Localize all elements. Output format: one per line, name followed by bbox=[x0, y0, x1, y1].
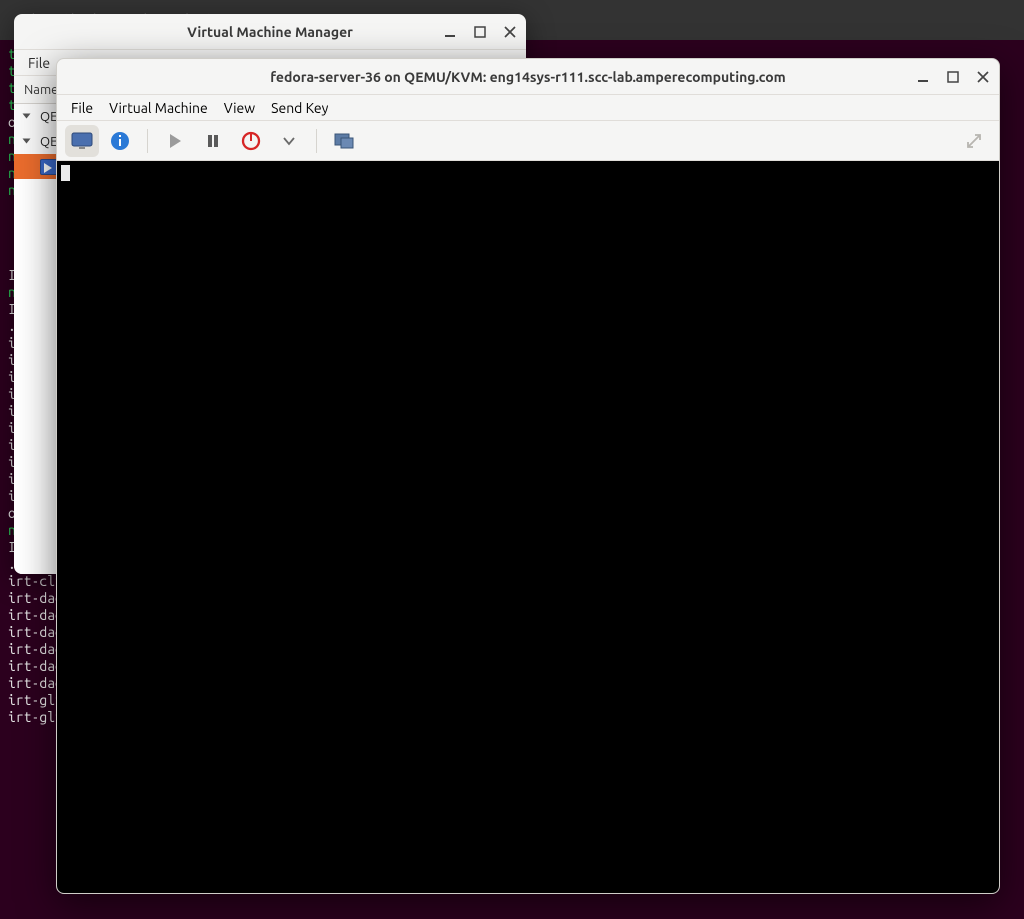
expand-button[interactable] bbox=[957, 125, 991, 157]
chevron-down-icon bbox=[282, 134, 296, 148]
maximize-button[interactable] bbox=[943, 67, 963, 87]
minimize-icon bbox=[917, 71, 929, 83]
info-icon bbox=[109, 130, 131, 152]
menu-file[interactable]: File bbox=[20, 53, 58, 73]
console-icon bbox=[70, 131, 94, 151]
menu-file[interactable]: File bbox=[63, 98, 101, 118]
fullscreen-icon bbox=[333, 132, 355, 150]
vm-console-canvas[interactable] bbox=[57, 161, 999, 893]
toolbar-separator bbox=[147, 129, 148, 153]
play-icon bbox=[166, 132, 184, 150]
viewer-toolbar bbox=[57, 121, 999, 161]
column-name[interactable]: Name bbox=[24, 83, 58, 97]
power-icon bbox=[241, 131, 261, 151]
fullscreen-button[interactable] bbox=[327, 125, 361, 157]
expand-icon bbox=[965, 132, 983, 150]
toolbar-separator bbox=[316, 129, 317, 153]
maximize-button[interactable] bbox=[470, 22, 490, 42]
vm-viewer-window[interactable]: fedora-server-36 on QEMU/KVM: eng14sys-r… bbox=[56, 58, 1000, 894]
pause-icon bbox=[204, 132, 222, 150]
viewer-titlebar[interactable]: fedora-server-36 on QEMU/KVM: eng14sys-r… bbox=[57, 59, 999, 95]
vmm-title: Virtual Machine Manager bbox=[187, 24, 353, 40]
viewer-menubar: File Virtual Machine View Send Key bbox=[57, 95, 999, 121]
minimize-button[interactable] bbox=[440, 22, 460, 42]
console-button[interactable] bbox=[65, 125, 99, 157]
menu-view[interactable]: View bbox=[216, 98, 263, 118]
close-icon bbox=[504, 26, 516, 38]
close-button[interactable] bbox=[500, 22, 520, 42]
vmm-titlebar[interactable]: Virtual Machine Manager bbox=[14, 14, 526, 50]
maximize-icon bbox=[947, 71, 959, 83]
chevron-down-icon[interactable] bbox=[22, 111, 34, 123]
minimize-icon bbox=[444, 26, 456, 38]
maximize-icon bbox=[474, 26, 486, 38]
pause-button[interactable] bbox=[196, 125, 230, 157]
power-button[interactable] bbox=[234, 125, 268, 157]
viewer-title: fedora-server-36 on QEMU/KVM: eng14sys-r… bbox=[270, 69, 786, 85]
text-cursor bbox=[61, 165, 70, 181]
close-button[interactable] bbox=[973, 67, 993, 87]
minimize-button[interactable] bbox=[913, 67, 933, 87]
close-icon bbox=[977, 71, 989, 83]
menu-send-key[interactable]: Send Key bbox=[263, 98, 336, 118]
power-dropdown[interactable] bbox=[272, 125, 306, 157]
chevron-down-icon[interactable] bbox=[22, 136, 34, 148]
play-button[interactable] bbox=[158, 125, 192, 157]
info-button[interactable] bbox=[103, 125, 137, 157]
menu-virtual-machine[interactable]: Virtual Machine bbox=[101, 98, 216, 118]
